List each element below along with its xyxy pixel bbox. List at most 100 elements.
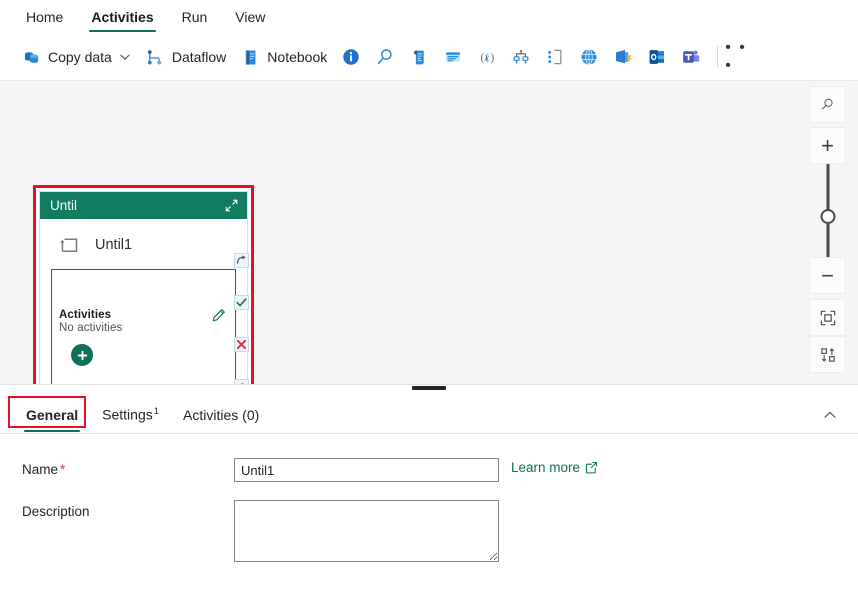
foreach-icon	[545, 47, 565, 67]
outlook-icon	[647, 47, 667, 67]
plus-icon	[77, 350, 88, 361]
web-icon	[579, 47, 599, 67]
svg-text:): )	[491, 52, 495, 64]
until-loop-icon	[57, 233, 81, 257]
name-input[interactable]	[234, 458, 499, 482]
on-skip-connector[interactable]	[234, 253, 249, 268]
tab-general[interactable]: General	[14, 402, 90, 433]
until-activity-card-selection: Until Until1 Activities No activities	[33, 185, 254, 384]
auto-layout-button[interactable]	[809, 336, 846, 373]
auto-layout-icon	[819, 346, 837, 364]
panel-collapse-button[interactable]	[818, 403, 842, 427]
toolbar-dataflow-button[interactable]: Dataflow	[138, 41, 233, 73]
get-metadata-icon	[341, 47, 361, 67]
switch-icon	[511, 47, 531, 67]
properties-panel: General Settings1 Activities (0) Name* L…	[0, 394, 858, 606]
canvas-zoom-controls: + −	[809, 86, 846, 373]
toolbar-azure-function-button[interactable]	[606, 41, 640, 73]
cross-icon	[236, 339, 247, 350]
activity-name-row: Until1	[40, 219, 247, 266]
fit-to-screen-button[interactable]	[809, 299, 846, 336]
azure-function-icon	[613, 47, 633, 67]
toolbar-web-button[interactable]	[572, 41, 606, 73]
inner-activities-empty-text: No activities	[59, 322, 122, 334]
dataflow-icon	[145, 47, 165, 67]
skip-arrow-icon	[236, 255, 247, 266]
chevron-down-icon[interactable]	[119, 51, 131, 63]
lookup-icon	[375, 47, 395, 67]
toolbar-script-button[interactable]	[402, 41, 436, 73]
pencil-icon[interactable]	[211, 308, 226, 323]
properties-tab-strip: General Settings1 Activities (0)	[0, 394, 858, 434]
tab-settings[interactable]: Settings1	[90, 399, 171, 433]
fit-screen-icon	[819, 309, 837, 327]
zoom-in-button[interactable]: +	[809, 127, 846, 164]
zoom-search-button[interactable]	[809, 86, 846, 123]
external-link-icon	[585, 461, 598, 474]
learn-more-label: Learn more	[511, 460, 580, 475]
activity-card-header: Until	[40, 192, 247, 219]
copy-data-icon	[21, 47, 41, 67]
set-variable-icon: ( x ( )	[477, 47, 497, 67]
name-required-marker: *	[60, 462, 65, 477]
stored-procedure-icon	[443, 47, 463, 67]
description-field-row: Description	[22, 500, 858, 562]
until-activity-card[interactable]: Until Until1 Activities No activities	[39, 191, 248, 384]
chevron-up-icon	[823, 408, 837, 422]
activity-name-text: Until1	[95, 237, 132, 253]
teams-icon	[681, 47, 701, 67]
ribbon-tab-strip: Home Activities Run View	[0, 0, 858, 34]
toolbar-switch-button[interactable]	[504, 41, 538, 73]
toolbar-outlook-button[interactable]	[640, 41, 674, 73]
toolbar-teams-button[interactable]	[674, 41, 708, 73]
zoom-out-button[interactable]: −	[809, 257, 846, 294]
toolbar-copy-data-label: Copy data	[48, 49, 112, 65]
zoom-slider-thumb[interactable]	[820, 209, 835, 224]
inner-activities-label: Activities	[59, 309, 111, 321]
notebook-icon	[240, 47, 260, 67]
tab-general-label: General	[26, 407, 78, 423]
ribbon-tab-run[interactable]: Run	[170, 4, 220, 34]
description-field-label: Description	[22, 500, 234, 519]
pipeline-canvas[interactable]: Until Until1 Activities No activities	[0, 81, 858, 384]
collapse-diagonal-icon[interactable]	[224, 198, 239, 213]
tab-activities[interactable]: Activities (0)	[171, 402, 271, 433]
ribbon-tab-activities[interactable]: Activities	[79, 4, 165, 34]
svg-text:(: (	[481, 52, 485, 64]
tab-settings-label: Settings	[102, 407, 153, 423]
panel-drag-handle[interactable]	[412, 386, 446, 390]
toolbar-notebook-label: Notebook	[267, 49, 327, 65]
toolbar-overflow-button[interactable]: • • •	[725, 41, 757, 73]
inner-activities-container[interactable]: Activities No activities	[51, 269, 236, 384]
ribbon-tab-home[interactable]: Home	[14, 4, 75, 34]
activity-card-header-title: Until	[50, 192, 77, 219]
svg-text:x: x	[484, 53, 490, 64]
name-field-row: Name* Learn more	[22, 458, 858, 482]
toolbar-stored-procedure-button[interactable]	[436, 41, 470, 73]
toolbar-dataflow-label: Dataflow	[172, 49, 226, 65]
name-field-label: Name*	[22, 458, 234, 477]
panel-splitter[interactable]	[0, 384, 858, 394]
ribbon-tab-view[interactable]: View	[223, 4, 277, 34]
search-icon	[820, 97, 835, 112]
learn-more-link[interactable]: Learn more	[511, 458, 598, 475]
general-form: Name* Learn more Description	[0, 434, 858, 562]
on-fail-connector[interactable]	[234, 337, 249, 352]
toolbar-get-metadata-button[interactable]	[334, 41, 368, 73]
name-label-text: Name	[22, 462, 58, 477]
toolbar-lookup-button[interactable]	[368, 41, 402, 73]
description-textarea[interactable]	[234, 500, 499, 562]
tab-activities-label: Activities (0)	[183, 407, 259, 423]
on-success-connector[interactable]	[234, 295, 249, 310]
add-inner-activity-button[interactable]	[71, 344, 93, 366]
zoom-slider-track[interactable]	[809, 164, 846, 257]
toolbar-set-variable-button[interactable]: ( x ( )	[470, 41, 504, 73]
script-icon	[409, 47, 429, 67]
toolbar-divider	[717, 46, 718, 68]
toolbar-notebook-button[interactable]: Notebook	[233, 41, 334, 73]
tab-settings-badge: 1	[154, 406, 159, 417]
check-icon	[236, 297, 247, 308]
activities-toolbar: Copy data Dataflow	[0, 34, 858, 81]
toolbar-foreach-button[interactable]	[538, 41, 572, 73]
toolbar-copy-data-button[interactable]: Copy data	[14, 41, 138, 73]
